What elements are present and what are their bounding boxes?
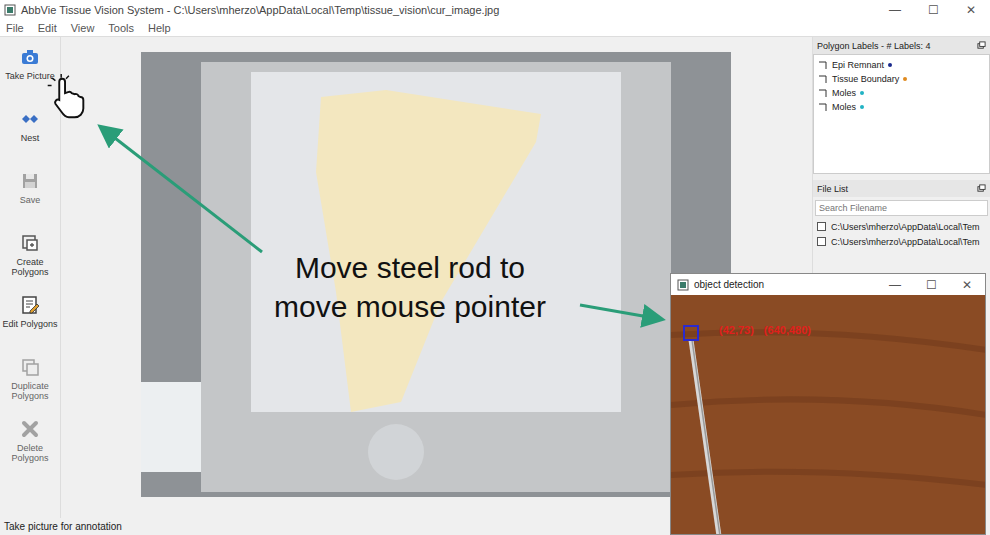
file-row[interactable]: C:\Users\mherzo\AppData\Local\Tem <box>813 234 990 249</box>
detection-title: object detection <box>689 279 877 290</box>
toolbar-label: Save <box>20 195 41 205</box>
camera-frame: (42,73) (640,480) <box>671 295 985 534</box>
label-text: Tissue Boundary <box>832 74 899 84</box>
toolbar-button[interactable]: Delete Polygons <box>1 419 59 481</box>
file-row[interactable]: C:\Users\mherzo\AppData\Local\Tem <box>813 219 990 234</box>
label-item[interactable]: Moles <box>818 100 985 114</box>
hand-cursor-icon <box>45 72 87 124</box>
edit-icon <box>20 295 40 315</box>
toolbar-button[interactable]: Edit Polygons <box>1 295 59 357</box>
label-text: Epi Remnant <box>832 60 884 70</box>
window-control-button[interactable]: — <box>877 278 913 292</box>
panel-title: File List <box>817 184 848 194</box>
menu-item[interactable]: View <box>71 22 95 34</box>
polygon-label-icon <box>818 60 828 70</box>
app-icon <box>4 4 16 16</box>
polygon-label-icon <box>818 74 828 84</box>
camera-icon <box>20 47 40 67</box>
panel-title: Polygon Labels - # Labels: 4 <box>817 41 931 51</box>
window-control-button[interactable]: ☐ <box>914 3 952 17</box>
toolbar-button[interactable]: Create Polygons <box>1 233 59 295</box>
status-text: Take picture for annotation <box>4 521 122 532</box>
coordinate-text: (42,73) <box>719 324 754 336</box>
window-controls: —☐✕ <box>876 3 990 17</box>
toolbar-button[interactable]: Nest <box>1 109 59 171</box>
file-checkbox[interactable] <box>817 237 826 246</box>
panel-header: Polygon Labels - # Labels: 4 <box>813 37 990 54</box>
search-field[interactable] <box>815 200 988 216</box>
diamonds-icon <box>20 109 40 129</box>
menu-item[interactable]: Tools <box>108 22 134 34</box>
app-icon <box>677 279 689 291</box>
annotation-text: Move steel rod tomove mouse pointer <box>240 248 580 326</box>
toolbar-button[interactable]: Save <box>1 171 59 233</box>
menu-item[interactable]: Edit <box>38 22 57 34</box>
toolbar-button[interactable]: Duplicate Polygons <box>1 357 59 419</box>
toolbar-label: Create Polygons <box>1 257 59 277</box>
file-checkbox[interactable] <box>817 222 826 231</box>
toolbar-label: Nest <box>21 133 40 143</box>
file-path: C:\Users\mherzo\AppData\Local\Tem <box>831 237 980 247</box>
float-panel-icon <box>977 41 986 50</box>
polygon-label-icon <box>818 102 828 112</box>
camera-feed-picture <box>671 295 985 534</box>
label-text: Moles <box>832 88 856 98</box>
window-controls: —☐✕ <box>877 278 985 292</box>
label-color-dot <box>860 91 864 95</box>
panel-header: File List <box>813 180 990 197</box>
object-detection-window[interactable]: object detection—☐✕ (42,73) (640,480) <box>670 273 986 535</box>
coordinate-text: (640,480) <box>764 324 811 336</box>
toolbar-label: Edit Polygons <box>2 319 57 329</box>
toolbar: Take Picture Nest Save Create Polygons Edit … <box>0 37 61 518</box>
detection-title-bar: object detection—☐✕ <box>671 274 985 295</box>
toolbar-label: Take Picture <box>5 71 55 81</box>
polygon-label-icon <box>818 88 828 98</box>
label-item[interactable]: Moles <box>818 86 985 100</box>
label-list: Epi Remnant Tissue Boundary Moles Moles <box>813 54 990 174</box>
toolbar-button[interactable]: Take Picture <box>1 47 59 109</box>
toolbar-label: Duplicate Polygons <box>1 381 59 401</box>
floppy-disk-icon <box>20 171 40 191</box>
label-text: Moles <box>832 102 856 112</box>
window-control-button[interactable]: — <box>876 3 914 17</box>
float-panel-icon <box>977 184 986 193</box>
annotation-line: Move steel rod to <box>240 248 580 287</box>
window-control-button[interactable]: ☐ <box>913 278 949 292</box>
delete-icon <box>20 419 40 439</box>
window-title: AbbVie Tissue Vision System - C:\Users\m… <box>16 4 876 16</box>
menu-item[interactable]: File <box>6 22 24 34</box>
label-item[interactable]: Tissue Boundary <box>818 72 985 86</box>
duplicate-icon <box>20 357 40 377</box>
title-bar: AbbVie Tissue Vision System - C:\Users\m… <box>0 0 990 20</box>
create-polygon-icon <box>20 233 40 253</box>
menu-item[interactable]: Help <box>148 22 171 34</box>
detection-readout: (42,73) (640,480) <box>719 324 811 336</box>
toolbar-label: Delete Polygons <box>1 443 59 463</box>
annotation-line: move mouse pointer <box>240 287 580 326</box>
file-path: C:\Users\mherzo\AppData\Local\Tem <box>831 222 980 232</box>
menu-bar: File Edit View Tools Help <box>0 20 990 37</box>
label-item[interactable]: Epi Remnant <box>818 58 985 72</box>
label-color-dot <box>903 77 907 81</box>
label-color-dot <box>860 105 864 109</box>
window-control-button[interactable]: ✕ <box>952 3 990 17</box>
window-control-button[interactable]: ✕ <box>949 278 985 292</box>
label-color-dot <box>888 63 892 67</box>
